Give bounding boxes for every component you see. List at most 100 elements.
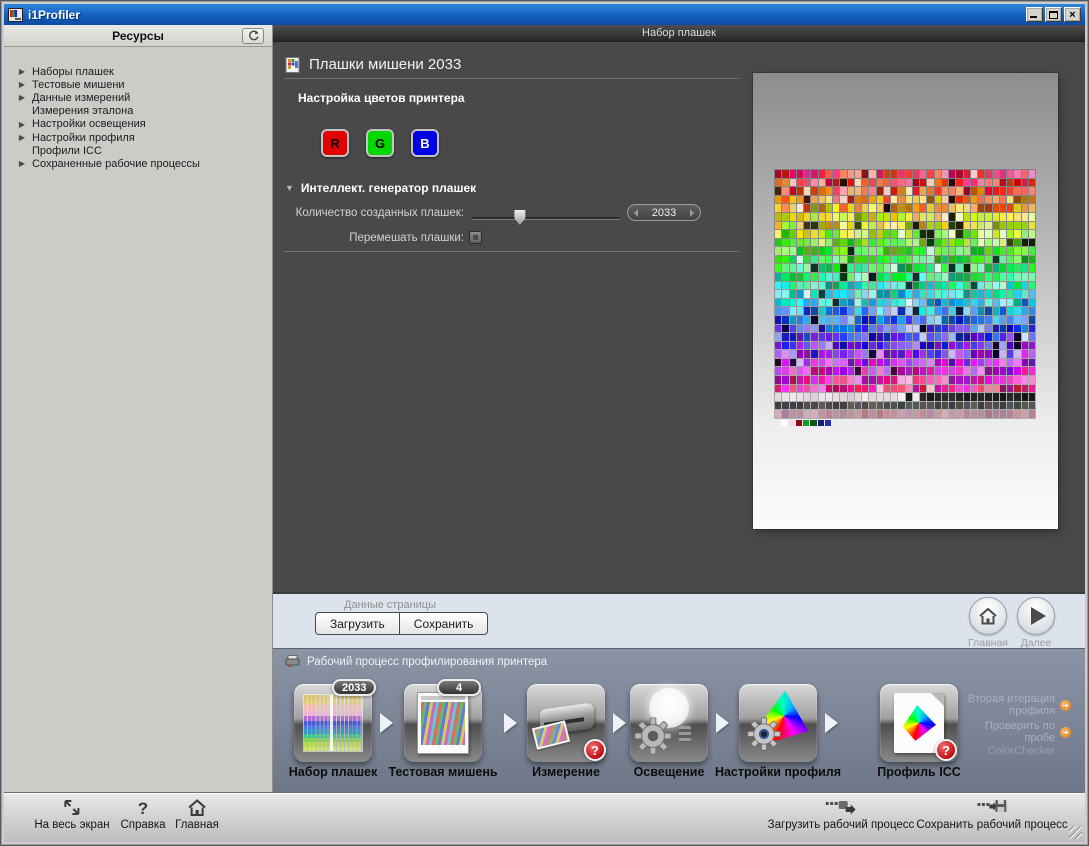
application-window: i1Profiler × Ресурсы ▶Наборы плашек ▶Тес… xyxy=(0,0,1089,846)
next-nav-button[interactable] xyxy=(1017,597,1055,635)
home-nav-button[interactable] xyxy=(969,597,1007,635)
sidebar-item-measurement-data[interactable]: ▶Данные измерений xyxy=(12,91,272,104)
expand-arrow-icon: ▶ xyxy=(12,67,32,76)
expand-arrow-icon: ▶ xyxy=(12,93,32,102)
left-arrow-icon xyxy=(630,209,638,217)
panel-header-strip: Набор плашек xyxy=(273,25,1085,42)
workflow-step-label: Измерение xyxy=(532,765,600,779)
patch-grid-partial-row xyxy=(774,420,831,426)
page-count-badge: 4 xyxy=(437,679,481,696)
page-data-label: Данные страницы xyxy=(315,599,465,611)
spinner-increment-button[interactable] xyxy=(684,209,700,217)
window-title: i1Profiler xyxy=(28,8,80,22)
maximize-icon xyxy=(1049,11,1058,19)
spinner-decrement-button[interactable] xyxy=(628,209,644,217)
slider-track xyxy=(472,217,620,220)
patch-set-icon xyxy=(304,695,362,751)
divider xyxy=(284,251,739,252)
patch-count-value: 2033 xyxy=(644,207,684,219)
workflow-step-lighting[interactable] xyxy=(630,684,708,762)
generator-title: Интеллект. генератор плашек xyxy=(301,181,476,195)
channel-g-button[interactable]: G xyxy=(366,129,394,157)
workflow-step-label: Освещение xyxy=(634,765,705,779)
patch-count-badge: 2033 xyxy=(332,679,376,696)
sidebar-item-profile-settings[interactable]: ▶Настройки профиля xyxy=(12,131,272,144)
load-workflow-icon xyxy=(826,799,856,817)
save-workflow-icon xyxy=(977,799,1007,817)
test-chart-icon xyxy=(417,692,469,754)
expand-arrow-icon: ▶ xyxy=(12,159,32,168)
workflow-arrow-icon xyxy=(613,713,626,733)
home-icon xyxy=(978,607,998,626)
channel-r-button[interactable]: R xyxy=(321,129,349,157)
workflow-step-label: Тестовая мишень xyxy=(388,765,497,779)
fullscreen-icon xyxy=(63,798,82,817)
help-button[interactable]: ? Справка xyxy=(120,798,165,831)
generator-section-header[interactable]: ▼ Интеллект. генератор плашек xyxy=(285,181,476,195)
expand-arrow-icon: ▶ xyxy=(12,120,32,129)
resize-grip[interactable] xyxy=(1069,826,1082,839)
alert-question-badge: ? xyxy=(935,739,957,761)
collapse-triangle-icon: ▼ xyxy=(285,183,294,193)
panel-header-label: Набор плашек xyxy=(642,27,716,39)
fullscreen-button[interactable]: На весь экран xyxy=(34,798,109,831)
lighting-icon xyxy=(630,684,708,762)
profile-settings-icon xyxy=(739,684,817,762)
load-workflow-button[interactable]: Загрузить рабочий процесс xyxy=(768,798,915,831)
target-page-preview xyxy=(753,73,1058,529)
workflow-step-label: Набор плашек xyxy=(289,765,378,779)
maximize-button[interactable] xyxy=(1045,7,1062,22)
main-panel: Набор плашек Плашки мишени 2033 Настройк… xyxy=(273,25,1085,592)
close-icon: × xyxy=(1065,8,1080,21)
sidebar-item-lighting-settings[interactable]: ▶Настройки освещения xyxy=(12,118,272,131)
divider xyxy=(284,78,739,79)
sidebar-item-saved-workflows[interactable]: ▶Сохраненные рабочие процессы xyxy=(12,157,272,170)
workflow-title: Рабочий процесс профилирования принтера xyxy=(307,656,547,668)
minimize-icon xyxy=(1030,16,1037,18)
sidebar-item-icc-profiles[interactable]: Профили ICC xyxy=(12,144,272,157)
channel-b-button[interactable]: B xyxy=(411,129,439,157)
workflow-arrow-icon xyxy=(380,713,393,733)
patch-count-label: Количество созданных плашек: xyxy=(284,207,464,219)
sidebar-title: Ресурсы xyxy=(112,29,164,43)
sidebar-item-reference-measurements[interactable]: Измерения эталона xyxy=(12,105,272,118)
workflow-step-label: Настройки профиля xyxy=(715,765,841,779)
page-title: Плашки мишени 2033 xyxy=(309,56,461,73)
titlebar: i1Profiler × xyxy=(4,4,1085,25)
sidebar-item-patch-sets[interactable]: ▶Наборы плашек xyxy=(12,65,272,78)
help-icon: ? xyxy=(138,800,148,817)
verify-proof-link[interactable]: Проверить по пробе ➜ xyxy=(959,720,1071,744)
page-data-bar: Данные страницы Загрузить Сохранить Глав… xyxy=(273,592,1085,648)
patch-document-icon xyxy=(285,57,301,73)
bottom-toolbar: На весь экран ? Справка Главная xyxy=(4,792,1085,842)
resources-sidebar: Ресурсы ▶Наборы плашек ▶Тестовые мишени … xyxy=(4,25,273,792)
patch-count-slider[interactable] xyxy=(472,210,620,226)
load-page-data-button[interactable]: Загрузить xyxy=(315,612,400,635)
randomize-checkbox[interactable] xyxy=(469,231,482,244)
minimize-button[interactable] xyxy=(1026,7,1043,22)
patch-grid-preview xyxy=(774,169,1036,419)
save-workflow-button[interactable]: Сохранить рабочий процесс xyxy=(916,798,1067,831)
save-page-data-button[interactable]: Сохранить xyxy=(399,612,489,635)
workflow-arrow-icon xyxy=(716,713,729,733)
sidebar-item-test-charts[interactable]: ▶Тестовые мишени xyxy=(12,78,272,91)
patch-count-spinner: 2033 xyxy=(627,204,701,221)
next-icon xyxy=(1031,607,1046,625)
workflow-bar: Рабочий процесс профилирования принтера … xyxy=(273,648,1085,796)
refresh-button[interactable] xyxy=(242,28,264,44)
second-iteration-link[interactable]: Вторая итерация профиля ➜ xyxy=(959,693,1071,717)
slider-thumb[interactable] xyxy=(513,210,526,225)
close-button[interactable]: × xyxy=(1064,7,1081,22)
home-toolbar-button[interactable]: Главная xyxy=(175,798,219,831)
alert-question-badge: ? xyxy=(584,739,606,761)
go-arrow-icon: ➜ xyxy=(1060,727,1071,738)
home-icon xyxy=(187,799,207,817)
randomize-label: Перемешать плашки: xyxy=(284,232,464,244)
workflow-step-label: Профиль ICC xyxy=(877,765,961,779)
workflow-arrow-icon xyxy=(825,713,838,733)
expand-arrow-icon: ▶ xyxy=(12,80,32,89)
printer-colors-label: Настройка цветов принтера xyxy=(298,91,465,105)
workflow-step-profile-settings[interactable] xyxy=(739,684,817,762)
refresh-icon xyxy=(247,30,260,42)
workflow-arrow-icon xyxy=(504,713,517,733)
